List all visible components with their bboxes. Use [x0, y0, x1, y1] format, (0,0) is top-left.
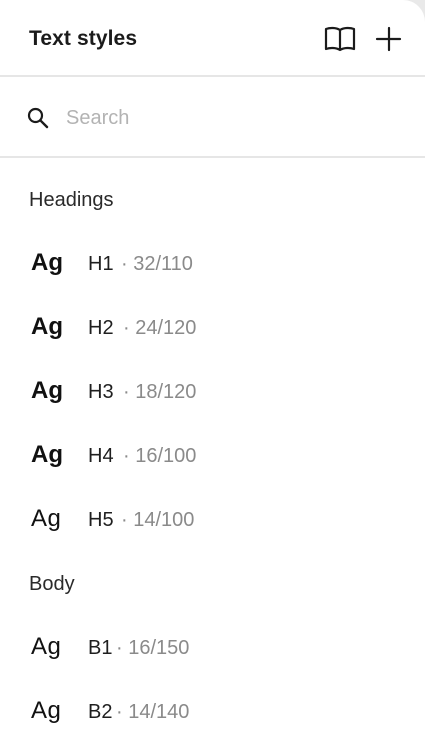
style-metrics: · 18/120 [123, 381, 197, 403]
text-style-row-h5[interactable]: Ag H5 · 14/100 [0, 491, 425, 547]
add-style-button[interactable] [372, 24, 406, 54]
style-metrics: · 14/100 [121, 509, 195, 531]
text-style-row-b1[interactable]: Ag B1 · 16/150 [0, 619, 425, 675]
style-preview: Ag [31, 313, 63, 340]
style-name: H4 [88, 445, 114, 467]
style-preview: Ag [31, 505, 62, 532]
plus-icon [375, 26, 402, 52]
search-input[interactable] [66, 104, 386, 132]
style-preview: Ag [31, 697, 62, 724]
style-preview: Ag [31, 633, 62, 660]
style-metrics: · 24/120 [123, 317, 197, 339]
text-styles-panel: Text styles Headings Ag H1 · 32/110 Ag [0, 0, 425, 747]
style-preview: Ag [31, 249, 63, 276]
text-style-row-h1[interactable]: Ag H1 · 32/110 [0, 235, 425, 291]
text-style-row-b2[interactable]: Ag B2 · 14/140 [0, 683, 425, 739]
style-metrics: · 16/150 [116, 637, 190, 659]
group-label-body: Body [29, 573, 75, 595]
style-name: H3 [88, 381, 114, 403]
search-icon [27, 107, 49, 129]
library-button[interactable] [323, 24, 357, 54]
panel-header: Text styles [0, 0, 425, 77]
style-preview: Ag [31, 441, 63, 468]
style-preview: Ag [31, 377, 63, 404]
panel-title: Text styles [29, 27, 138, 50]
style-name: B1 [88, 637, 113, 659]
style-metrics: · 16/100 [123, 445, 197, 467]
style-name: B2 [88, 701, 113, 723]
text-style-row-h3[interactable]: Ag H3 · 18/120 [0, 363, 425, 419]
book-icon [324, 26, 356, 52]
text-style-row-h2[interactable]: Ag H2 · 24/120 [0, 299, 425, 355]
search-bar [0, 77, 425, 158]
group-label-headings: Headings [29, 189, 114, 211]
style-metrics: · 14/140 [116, 701, 190, 723]
style-metrics: · 32/110 [121, 253, 193, 275]
style-name: H1 [88, 253, 114, 275]
style-name: H5 [88, 509, 114, 531]
text-style-row-h4[interactable]: Ag H4 · 16/100 [0, 427, 425, 483]
style-name: H2 [88, 317, 114, 339]
